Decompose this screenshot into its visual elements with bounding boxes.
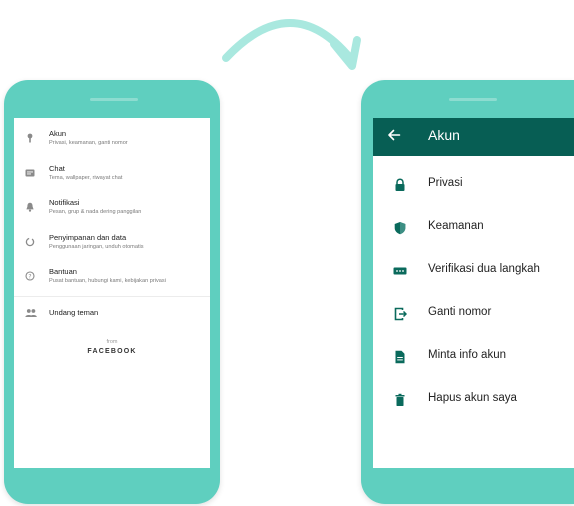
account-item-label: Verifikasi dua langkah: [428, 263, 540, 275]
phone-settings: Akun Privasi, keamanan, ganti nomor Chat…: [4, 80, 220, 504]
settings-item-title: Bantuan: [49, 267, 77, 276]
settings-item-subtitle: Pesan, grup & nada dering panggilan: [49, 209, 142, 215]
invite-friends-label: Undang teman: [49, 308, 99, 317]
back-arrow-icon[interactable]: [387, 128, 401, 142]
people-icon: [25, 309, 37, 317]
svg-text:?: ?: [28, 273, 31, 280]
dots-icon: [393, 267, 407, 275]
settings-item-chat[interactable]: Chat Tema, wallpaper, riwayat chat: [14, 162, 210, 190]
key-icon: [27, 133, 33, 143]
shield-icon: [394, 222, 406, 235]
chat-icon: [25, 169, 35, 177]
settings-item-title: Penyimpanan dan data: [49, 233, 127, 242]
account-item-two-step[interactable]: Verifikasi dua langkah: [373, 261, 574, 285]
trash-icon: [395, 393, 405, 406]
divider: [14, 296, 210, 297]
settings-item-subtitle: Pusat bantuan, hubungi kami, kebijakan p…: [49, 278, 166, 284]
settings-item-subtitle: Tema, wallpaper, riwayat chat: [49, 175, 123, 181]
settings-screen: Akun Privasi, keamanan, ganti nomor Chat…: [14, 118, 210, 468]
account-item-label: Keamanan: [428, 220, 484, 232]
settings-item-notifications[interactable]: Notifikasi Pesan, grup & nada dering pan…: [14, 196, 210, 224]
settings-item-subtitle: Privasi, keamanan, ganti nomor: [49, 140, 128, 146]
account-item-request-info[interactable]: Minta info akun: [373, 347, 574, 371]
account-item-label: Minta info akun: [428, 349, 506, 361]
settings-item-title: Akun: [49, 129, 67, 138]
document-icon: [395, 350, 405, 364]
phone-speaker: [90, 98, 138, 101]
phone-speaker: [449, 98, 497, 101]
lock-icon: [395, 178, 405, 191]
account-item-change-number[interactable]: Ganti nomor: [373, 304, 574, 328]
settings-item-title: Notifikasi: [49, 198, 80, 207]
settings-item-help[interactable]: ? Bantuan Pusat bantuan, hubungi kami, k…: [14, 265, 210, 293]
account-item-privacy[interactable]: Privasi: [373, 175, 574, 199]
account-item-delete[interactable]: Hapus akun saya: [373, 390, 574, 414]
from-label: from: [106, 339, 118, 345]
page-title: Akun: [428, 127, 460, 143]
account-item-label: Ganti nomor: [428, 306, 492, 318]
account-item-security[interactable]: Keamanan: [373, 218, 574, 242]
app-bar: Akun: [373, 118, 574, 156]
help-icon: ?: [25, 271, 35, 281]
settings-item-subtitle: Penggunaan jaringan, unduh otomatis: [49, 244, 144, 250]
facebook-brand: FACEBOOK: [87, 348, 137, 355]
data-usage-icon: [25, 237, 35, 247]
account-item-label: Privasi: [428, 177, 463, 189]
settings-item-storage[interactable]: Penyimpanan dan data Penggunaan jaringan…: [14, 231, 210, 259]
invite-friends-item[interactable]: Undang teman: [14, 306, 210, 322]
phone-account: Akun Privasi Keamanan Verifikasi dua lan…: [361, 80, 574, 504]
settings-item-account[interactable]: Akun Privasi, keamanan, ganti nomor: [14, 127, 210, 155]
change-number-icon: [394, 307, 407, 321]
account-item-label: Hapus akun saya: [428, 392, 517, 404]
settings-item-title: Chat: [49, 164, 65, 173]
account-screen: Akun Privasi Keamanan Verifikasi dua lan…: [373, 118, 574, 468]
bell-icon: [26, 202, 34, 212]
